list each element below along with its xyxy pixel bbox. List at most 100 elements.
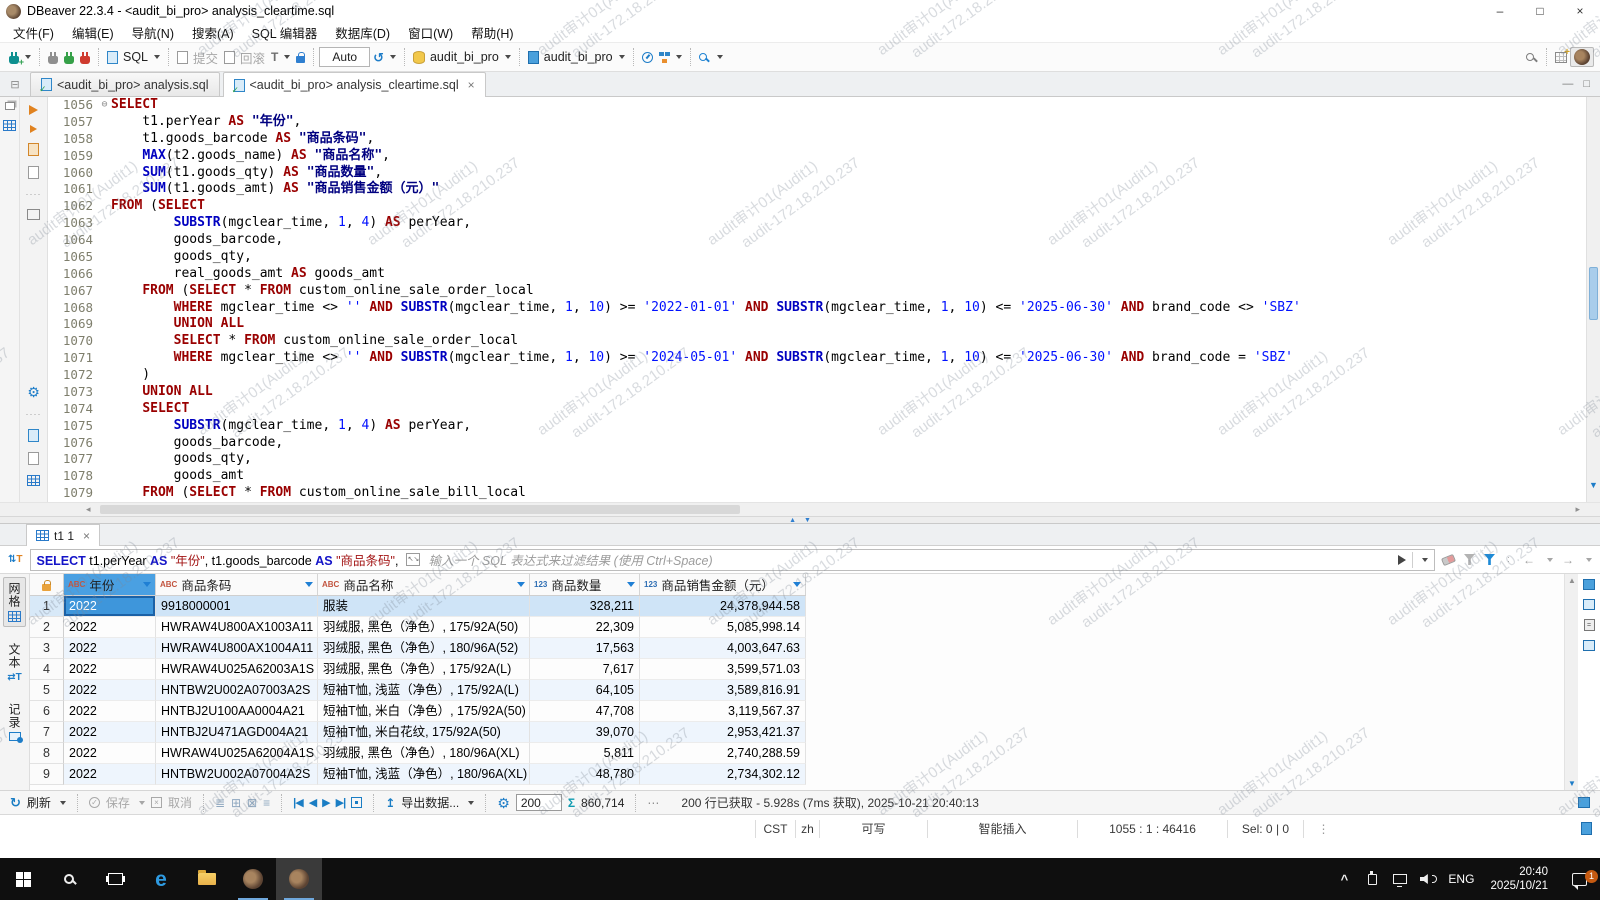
execute-script-icon[interactable] bbox=[30, 125, 37, 133]
reconnect-button[interactable] bbox=[61, 49, 77, 66]
scroll-down-icon[interactable]: ▼ bbox=[1568, 779, 1576, 788]
row-number[interactable]: 7 bbox=[30, 722, 64, 743]
chevron-down-icon[interactable] bbox=[25, 55, 31, 59]
code-area[interactable]: 1056⊖SELECT1057 t1.perYear AS "年份",1058 … bbox=[48, 97, 1586, 502]
code-line[interactable]: 1068 WHERE mgclear_time <> '' AND SUBSTR… bbox=[48, 300, 1586, 317]
result-tab-t1[interactable]: t1 1 × bbox=[26, 524, 100, 546]
menu-item-2[interactable]: 导航(N) bbox=[123, 21, 183, 44]
minimize-button[interactable]: – bbox=[1480, 0, 1520, 22]
network-tray-button[interactable] bbox=[1386, 874, 1414, 884]
code-line[interactable]: 1067 FROM (SELECT * FROM custom_online_s… bbox=[48, 283, 1586, 300]
menu-item-0[interactable]: 文件(F) bbox=[4, 21, 63, 44]
grid-cell[interactable]: 羽绒服, 黑色（净色）, 175/92A(50) bbox=[318, 617, 530, 638]
references-panel-icon[interactable] bbox=[1583, 640, 1595, 651]
scroll-up-icon[interactable]: ▲ bbox=[1568, 576, 1576, 585]
grid-corner-cell[interactable] bbox=[30, 574, 64, 595]
taskbar-clock[interactable]: 20:40 2025/10/21 bbox=[1480, 865, 1558, 893]
quick-search-button[interactable] bbox=[1523, 49, 1541, 65]
grid-cell[interactable]: 3,119,567.37 bbox=[640, 701, 806, 722]
action-center-button[interactable]: 1 bbox=[1558, 873, 1600, 886]
grid-cell[interactable]: HNTBW2U002A07003A2S bbox=[156, 680, 318, 701]
filter-history-chevron-icon[interactable] bbox=[1422, 558, 1428, 562]
custom-filter-icon[interactable] bbox=[1484, 554, 1495, 565]
apply-filter-play-icon[interactable] bbox=[1398, 555, 1406, 565]
editor-horizontal-scrollbar[interactable]: ◂ ▸ bbox=[0, 502, 1600, 516]
chevron-down-icon[interactable] bbox=[154, 55, 160, 59]
value-panel-icon[interactable] bbox=[1583, 579, 1595, 590]
grid-cell[interactable]: 64,105 bbox=[530, 680, 640, 701]
grid-cell[interactable]: 2,734,302.12 bbox=[640, 764, 806, 785]
minimize-editor-icon[interactable]: — bbox=[1562, 78, 1573, 90]
row-number[interactable]: 2 bbox=[30, 617, 64, 638]
grid-cell[interactable]: HNTBW2U002A07004A2S bbox=[156, 764, 318, 785]
code-line[interactable]: 1062 FROM (SELECT bbox=[48, 198, 1586, 215]
export-from-query-icon[interactable] bbox=[28, 143, 39, 156]
row-number[interactable]: 8 bbox=[30, 743, 64, 764]
transaction-log-button[interactable] bbox=[370, 49, 399, 66]
column-header-3[interactable]: 123商品数量 bbox=[530, 574, 640, 595]
remove-filter-icon[interactable] bbox=[1464, 554, 1475, 565]
chevron-down-icon[interactable] bbox=[1547, 558, 1553, 562]
menu-item-5[interactable]: 数据库(D) bbox=[326, 21, 399, 44]
chevron-down-icon[interactable] bbox=[139, 801, 145, 805]
save-button[interactable]: 保存 bbox=[106, 794, 130, 811]
chevron-down-icon[interactable] bbox=[284, 55, 290, 59]
code-line[interactable]: 1072 ) bbox=[48, 367, 1586, 384]
chevron-down-icon[interactable] bbox=[717, 55, 723, 59]
chevron-down-icon[interactable] bbox=[390, 55, 396, 59]
grid-cell[interactable]: 5,811 bbox=[530, 743, 640, 764]
row-count-sigma-icon[interactable] bbox=[568, 796, 575, 810]
grid-cell[interactable]: 2022 bbox=[64, 638, 156, 659]
result-tab-close-icon[interactable]: × bbox=[83, 529, 90, 543]
overflow-dots[interactable]: ⋯ bbox=[647, 796, 659, 810]
grid-settings-gear-icon[interactable] bbox=[497, 796, 510, 810]
filter-input[interactable]: SELECT t1.perYear AS "年份", t1.goods_barc… bbox=[30, 549, 1436, 571]
language-button[interactable]: ENG bbox=[1442, 872, 1480, 886]
grid-cell[interactable]: 5,085,998.14 bbox=[640, 617, 806, 638]
column-header-1[interactable]: ABC商品条码 bbox=[156, 574, 318, 595]
menu-item-6[interactable]: 窗口(W) bbox=[399, 21, 462, 44]
grid-cell[interactable]: HWRAW4U025A62004A1S bbox=[156, 743, 318, 764]
file-explorer-button[interactable] bbox=[184, 858, 230, 900]
editor-results-splitter[interactable]: ▲ ▼ bbox=[0, 516, 1600, 524]
maximize-button[interactable]: □ bbox=[1520, 0, 1560, 22]
splitter-up-icon[interactable]: ▲ bbox=[789, 517, 796, 524]
code-line[interactable]: 1066 real_goods_amt AS goods_amt bbox=[48, 266, 1586, 283]
presentation-tab-record[interactable]: 记录 bbox=[4, 699, 25, 745]
status-more-dots[interactable]: ⋮ bbox=[1303, 820, 1343, 838]
column-dropdown-icon[interactable] bbox=[793, 582, 801, 587]
status-doc-icon[interactable] bbox=[1581, 822, 1592, 835]
export-data-button[interactable]: 导出数据... bbox=[401, 794, 459, 811]
column-dropdown-icon[interactable] bbox=[305, 582, 313, 587]
tab-analysis-sql[interactable]: ✓ <audit_bi_pro> analysis.sql bbox=[30, 72, 220, 96]
grid-cell[interactable]: 24,378,944.58 bbox=[640, 596, 806, 617]
presentation-tab-grid[interactable]: 网格 bbox=[3, 577, 26, 627]
chevron-down-icon[interactable] bbox=[676, 55, 682, 59]
schema-selector[interactable]: audit_bi_pro bbox=[525, 48, 628, 66]
code-line[interactable]: 1079 FROM (SELECT * FROM custom_online_s… bbox=[48, 485, 1586, 502]
edit-row-icon[interactable]: ≣ bbox=[215, 796, 225, 810]
fetch-size-input[interactable]: 200 bbox=[516, 794, 562, 811]
maximize-editor-icon[interactable]: □ bbox=[1583, 78, 1590, 90]
grid-cell[interactable]: 2022 bbox=[64, 617, 156, 638]
search-button[interactable] bbox=[696, 49, 726, 65]
menu-item-4[interactable]: SQL 编辑器 bbox=[243, 21, 327, 44]
connect-button[interactable] bbox=[45, 49, 61, 66]
chevron-down-icon[interactable] bbox=[505, 55, 511, 59]
transaction-mode-button[interactable]: T bbox=[268, 48, 293, 66]
grid-cell[interactable]: 22,309 bbox=[530, 617, 640, 638]
task-view-button[interactable] bbox=[92, 858, 138, 900]
splitter-down-icon[interactable]: ▼ bbox=[804, 517, 811, 524]
expand-editor-icon[interactable] bbox=[27, 209, 40, 220]
tab-analysis-cleartime-sql[interactable]: ✓ <audit_bi_pro> analysis_cleartime.sql … bbox=[223, 72, 486, 97]
perspective-button[interactable] bbox=[1570, 47, 1594, 67]
back-arrow-icon[interactable]: ← bbox=[1523, 553, 1535, 567]
grid-cell[interactable]: 2,953,421.37 bbox=[640, 722, 806, 743]
grid-cell[interactable]: 7,617 bbox=[530, 659, 640, 680]
grid-cell[interactable]: 2022 bbox=[64, 743, 156, 764]
fold-collapse-icon[interactable]: ⊖ bbox=[98, 97, 111, 114]
grid-cell[interactable]: 47,708 bbox=[530, 701, 640, 722]
grid-vertical-scrollbar[interactable]: ▲ ▼ bbox=[1564, 574, 1578, 790]
code-line[interactable]: 1058 t1.goods_barcode AS "商品条码", bbox=[48, 131, 1586, 148]
more-actions-icon[interactable]: ···· bbox=[26, 189, 42, 199]
